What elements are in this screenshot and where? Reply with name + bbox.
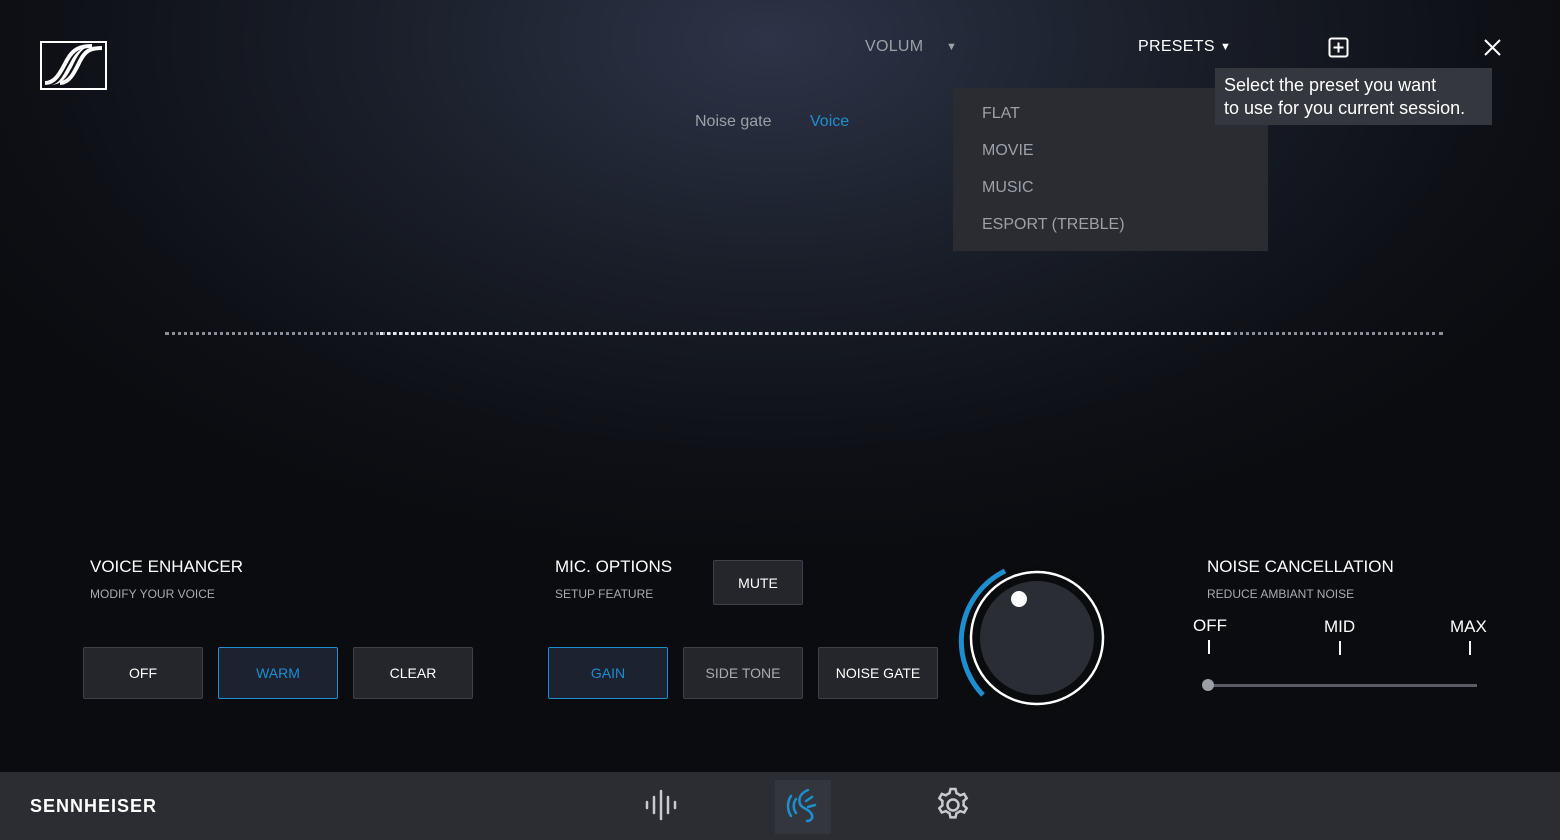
voice-waveform-center [380,332,1230,335]
nc-tick-mid [1339,641,1341,655]
mic-options-subtitle: SETUP FEATURE [555,587,654,601]
microphone-voice-icon [786,787,820,828]
voice-clear-button[interactable]: CLEAR [353,647,473,699]
preset-item-music[interactable]: MUSIC [982,179,1034,197]
volume-dropdown-label[interactable]: VOLUM [865,38,923,56]
presets-dropdown-label[interactable]: PRESETS [1138,38,1215,56]
voice-warm-button[interactable]: WARM [218,647,338,699]
gear-icon [935,787,971,828]
gain-knob[interactable] [955,565,1115,715]
preset-item-movie[interactable]: MOVIE [982,142,1034,160]
nc-tick-max [1469,641,1471,655]
nc-level-max-label: MAX [1450,617,1487,636]
preset-item-flat[interactable]: FLAT [982,105,1020,123]
preset-item-esport-treble[interactable]: ESPORT (TREBLE) [982,216,1125,234]
nav-equalizer-button[interactable] [633,780,689,834]
nav-voice-button[interactable] [775,780,831,834]
nav-settings-button[interactable] [925,780,981,834]
mute-button[interactable]: MUTE [713,560,803,605]
side-tone-button[interactable]: SIDE TONE [683,647,803,699]
equalizer-icon [643,789,679,826]
tooltip-line: to use for you current session. [1224,98,1466,118]
nc-tick-off [1208,640,1210,654]
tooltip-line: Select the preset you want [1224,75,1437,95]
triangle-down-icon[interactable]: ▼ [946,41,957,53]
nc-level-off-label: OFF [1193,616,1227,635]
noise-cancellation-subtitle: REDUCE AMBIANT NOISE [1207,587,1355,601]
tab-noise-gate[interactable]: Noise gate [695,113,772,131]
mic-options-title: MIC. OPTIONS [555,557,673,576]
nc-level-mid-label: MID [1324,617,1356,636]
gain-button[interactable]: GAIN [548,647,668,699]
triangle-down-icon[interactable]: ▼ [1220,41,1231,53]
voice-enhancer-subtitle: MODIFY YOUR VOICE [90,587,215,601]
noise-cancellation-slider-track[interactable] [1207,684,1477,687]
noise-cancellation-slider-thumb[interactable] [1202,679,1214,691]
tab-voice[interactable]: Voice [810,113,849,131]
sennheiser-logo [40,41,107,90]
voice-enhancer-title: VOICE ENHANCER [90,557,244,576]
brand-wordmark: SENNHEISER [30,796,158,816]
noise-gate-button[interactable]: NOISE GATE [818,647,938,699]
close-icon[interactable] [1483,38,1502,62]
noise-cancellation-title: NOISE CANCELLATION [1207,557,1394,576]
presets-tooltip: Select the preset you want to use for yo… [1215,68,1492,125]
voice-off-button[interactable]: OFF [83,647,203,699]
plus-square-icon[interactable] [1328,37,1349,63]
